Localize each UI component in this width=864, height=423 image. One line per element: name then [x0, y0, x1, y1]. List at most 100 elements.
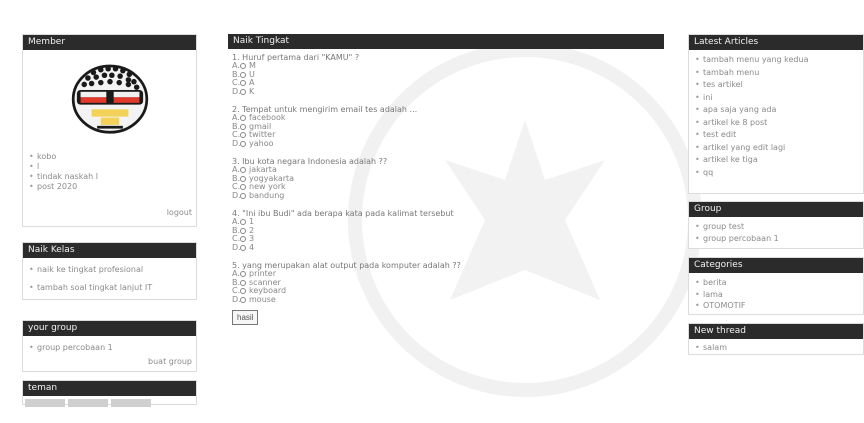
member-list: kobo l tindak naskah l post 2020 [23, 148, 196, 196]
friend-avatar[interactable] [25, 399, 65, 407]
your-group-title: your group [23, 321, 196, 336]
answer-option[interactable]: D. K [232, 87, 660, 97]
categories-title: Categories [689, 258, 863, 273]
radio-button[interactable] [240, 184, 246, 191]
new-thread-panel: New thread salam [688, 323, 864, 355]
new-thread-list: salam [689, 339, 863, 357]
answer-option[interactable]: A. jakarta [232, 165, 660, 175]
your-group-list: group percobaan 1 [23, 336, 196, 357]
answer-option[interactable]: C. A [232, 78, 660, 88]
list-item[interactable]: post 2020 [29, 182, 190, 192]
answer-option[interactable]: B. 2 [232, 226, 660, 236]
radio-button[interactable] [240, 123, 246, 130]
question: 4. "Ini ibu Budi" ada berapa kata pada k… [232, 209, 660, 252]
naik-kelas-title: Naik Kelas [23, 243, 196, 258]
latest-articles-panel: Latest Articles tambah menu yang kedua t… [688, 34, 864, 194]
question-text: 1. Huruf pertama dari "KAMU" ? [232, 53, 360, 62]
main-content: Naik Tingkat 1. Huruf pertama dari "KAMU… [228, 34, 664, 331]
naik-kelas-list: naik ke tingkat profesional tambah soal … [23, 258, 196, 297]
friend-avatar[interactable] [111, 399, 151, 407]
latest-articles-title: Latest Articles [689, 35, 863, 50]
list-item[interactable]: tindak naskah l [29, 172, 190, 182]
radio-button[interactable] [240, 80, 246, 87]
radio-button[interactable] [240, 167, 246, 174]
list-item[interactable]: tes artikel [695, 79, 857, 92]
list-item[interactable]: test edit [695, 129, 857, 142]
member-panel: Member kobo l tindak naskah l post 2020 … [22, 34, 197, 227]
question-text: 4. "Ini ibu Budi" ada berapa kata pada k… [232, 209, 454, 218]
member-title: Member [23, 35, 196, 50]
list-item[interactable]: tambah soal tingkat lanjut IT [29, 283, 190, 293]
question: 3. Ibu kota negara Indonesia adalah ?? A… [232, 157, 660, 200]
list-item[interactable]: qq [695, 167, 857, 180]
list-item[interactable]: apa saja yang ada [695, 104, 857, 117]
answer-option[interactable]: B. gmail [232, 122, 660, 132]
radio-button[interactable] [240, 236, 246, 243]
logout-link[interactable]: logout [23, 208, 196, 220]
answer-option[interactable]: A. printer [232, 269, 660, 279]
your-group-panel: your group group percobaan 1 buat group [22, 320, 197, 372]
submit-button[interactable]: hasil [232, 310, 259, 325]
radio-button[interactable] [240, 288, 246, 295]
radio-button[interactable] [240, 63, 246, 70]
answer-option[interactable]: C. new york [232, 182, 660, 192]
teman-panel: teman [22, 380, 197, 407]
friend-thumbnails [23, 396, 196, 410]
answer-option[interactable]: D. 4 [232, 243, 660, 253]
list-item[interactable]: lama [695, 289, 857, 301]
naik-kelas-panel: Naik Kelas naik ke tingkat profesional t… [22, 242, 197, 300]
question-text: 5. yang merupakan alat output pada kompu… [232, 261, 461, 270]
list-item[interactable]: berita [695, 277, 857, 289]
right-sidebar: Latest Articles tambah menu yang kedua t… [688, 34, 864, 355]
answer-option[interactable]: D. mouse [232, 295, 660, 305]
friend-avatar[interactable] [68, 399, 108, 407]
answer-option[interactable]: A. facebook [232, 113, 660, 123]
answer-option[interactable]: A. M [232, 61, 660, 71]
radio-button[interactable] [240, 279, 246, 286]
radio-button[interactable] [240, 219, 246, 226]
list-item[interactable]: salam [695, 343, 857, 353]
answer-option[interactable]: A. 1 [232, 217, 660, 227]
radio-button[interactable] [240, 88, 246, 95]
radio-button[interactable] [240, 271, 246, 278]
answer-option[interactable]: B. U [232, 70, 660, 80]
list-item[interactable]: l [29, 162, 190, 172]
list-item[interactable]: group percobaan 1 [695, 233, 857, 245]
question: 1. Huruf pertama dari "KAMU" ? A. M B. U C… [232, 53, 660, 96]
list-item[interactable]: artikel ke 8 post [695, 117, 857, 130]
list-item[interactable]: naik ke tingkat profesional [29, 265, 190, 275]
radio-button[interactable] [240, 244, 246, 251]
radio-button[interactable] [240, 140, 246, 147]
radio-button[interactable] [240, 115, 246, 122]
answer-option[interactable]: B. scanner [232, 278, 660, 288]
list-item[interactable]: artikel yang edit lagi [695, 142, 857, 155]
radio-button[interactable] [240, 132, 246, 139]
list-item[interactable]: artikel ke tiga [695, 154, 857, 167]
answer-option[interactable]: C. 3 [232, 234, 660, 244]
radio-button[interactable] [240, 227, 246, 234]
question: 2. Tempat untuk mengirim email tes adala… [232, 105, 660, 148]
list-item[interactable]: group test [695, 221, 857, 233]
avatar [71, 64, 148, 134]
list-item[interactable]: ini [695, 92, 857, 105]
radio-button[interactable] [240, 71, 246, 78]
group-title: Group [689, 202, 863, 217]
radio-button[interactable] [240, 175, 246, 182]
page-title: Naik Tingkat [228, 34, 664, 49]
list-item[interactable]: OTOMOTIF [695, 300, 857, 312]
create-group-link[interactable]: buat group [23, 357, 196, 369]
answer-option[interactable]: D. yahoo [232, 139, 660, 149]
answer-option[interactable]: C. twitter [232, 130, 660, 140]
list-item[interactable]: group percobaan 1 [29, 343, 190, 353]
answer-option[interactable]: D. bandung [232, 191, 660, 201]
left-sidebar: Member kobo l tindak naskah l post 2020 … [22, 34, 197, 407]
list-item[interactable]: tambah menu [695, 67, 857, 80]
new-thread-title: New thread [689, 324, 863, 339]
list-item[interactable]: kobo [29, 152, 190, 162]
radio-button[interactable] [240, 192, 246, 199]
radio-button[interactable] [240, 296, 246, 303]
list-item[interactable]: tambah menu yang kedua [695, 54, 857, 67]
latest-articles-list: tambah menu yang kedua tambah menu tes a… [689, 50, 863, 183]
answer-option[interactable]: B. yogyakarta [232, 174, 660, 184]
answer-option[interactable]: C. keyboard [232, 286, 660, 296]
